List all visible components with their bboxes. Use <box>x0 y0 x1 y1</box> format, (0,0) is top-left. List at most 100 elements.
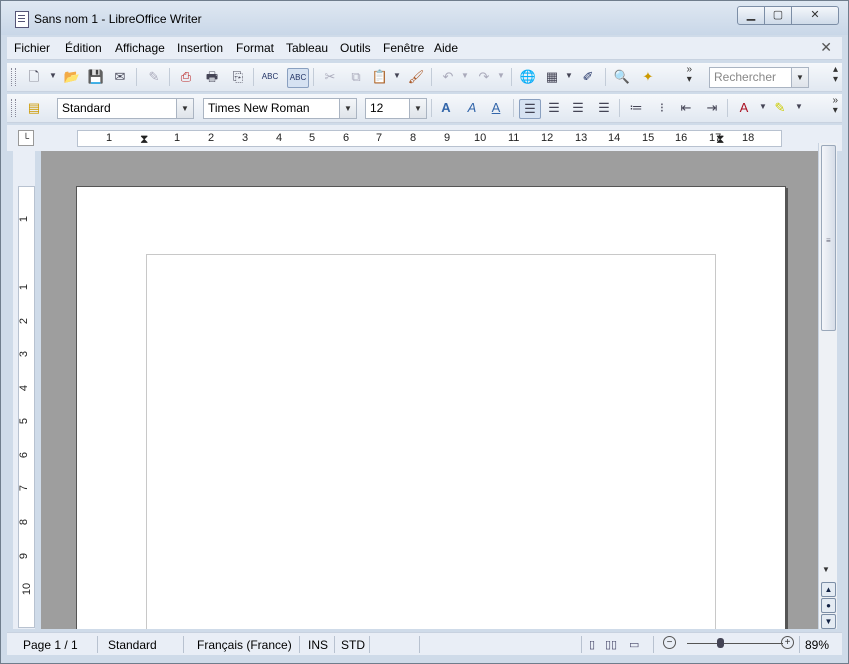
autospellcheck-icon[interactable]: ABC <box>287 68 309 88</box>
book-view-icon[interactable]: ▭ <box>629 638 639 651</box>
paragraph-style-dropdown-arrow[interactable]: ▼ <box>176 99 193 118</box>
align-left-icon[interactable]: ☰ <box>519 99 541 119</box>
font-color-dropdown-arrow[interactable]: ▼ <box>759 102 767 111</box>
zoom-out-icon[interactable]: − <box>663 636 676 649</box>
decrease-indent-icon[interactable]: ⇤ <box>677 99 695 117</box>
font-name-dropdown-arrow[interactable]: ▼ <box>339 99 356 118</box>
selection-mode[interactable]: STD <box>341 638 365 652</box>
horizontal-ruler[interactable]: 1 ⧗ 1 2 3 4 5 6 7 8 9 10 11 12 13 14 15 … <box>77 130 782 147</box>
paste-icon[interactable]: 📋 <box>371 68 389 86</box>
previous-page-icon[interactable]: ▲ <box>821 582 836 597</box>
increase-indent-icon[interactable]: ⇥ <box>703 99 721 117</box>
highlighting-icon[interactable]: ✎ <box>771 99 789 117</box>
multi-page-view-icon[interactable]: ▯▯ <box>605 638 617 651</box>
app-window: Sans nom 1 - LibreOffice Writer ▁ ▢ ✕ Fi… <box>0 0 849 664</box>
paragraph-style-select[interactable]: Standard ▼ <box>57 98 194 119</box>
toolbar-overflow-icon[interactable]: » ▾ <box>686 65 692 85</box>
menu-fichier[interactable]: Fichier <box>14 41 50 55</box>
right-indent-marker[interactable]: ⧗ <box>716 132 724 147</box>
zoom-in-icon[interactable]: + <box>781 636 794 649</box>
tab-stop-type-icon[interactable]: └ <box>18 130 34 146</box>
hyperlink-icon[interactable]: 🌐 <box>519 68 537 86</box>
toolbar-handle[interactable] <box>11 99 16 117</box>
toolbar-separator <box>511 68 512 86</box>
document-page[interactable] <box>76 186 786 629</box>
page-indicator[interactable]: Page 1 / 1 <box>23 638 78 652</box>
scroll-down-arrow[interactable]: ▼ <box>822 565 830 574</box>
next-page-icon[interactable]: ▼ <box>821 614 836 629</box>
export-pdf-icon[interactable]: ⎙ <box>177 68 195 86</box>
ruler-mark: 4 <box>276 132 283 144</box>
page-style[interactable]: Standard <box>108 638 157 652</box>
print-icon[interactable]: 🖶 <box>203 68 221 86</box>
toolbar-handle[interactable] <box>11 68 16 86</box>
ruler-mark: 7 <box>376 132 383 144</box>
print-preview-icon[interactable]: ⎘ <box>229 68 247 86</box>
styles-formatting-icon[interactable]: ▤ <box>25 99 43 117</box>
menu-aide[interactable]: Aide <box>434 41 458 55</box>
menu-format[interactable]: Format <box>236 41 274 55</box>
left-indent-marker[interactable]: ⧗ <box>140 132 148 147</box>
close-window-button[interactable]: ✕ <box>791 6 839 25</box>
redo-icon[interactable]: ↷ <box>475 68 493 86</box>
bullets-icon[interactable]: ⁝ <box>653 99 671 117</box>
close-document-button[interactable]: ✕ <box>820 39 832 56</box>
menu-affichage[interactable]: Affichage <box>115 41 165 55</box>
paste-dropdown-arrow[interactable]: ▼ <box>393 71 401 80</box>
navigation-icon[interactable]: ● <box>821 598 836 613</box>
menu-tableau[interactable]: Tableau <box>286 41 328 55</box>
zoom-level[interactable]: 89% <box>805 638 829 652</box>
clone-formatting-icon[interactable]: 🖌 <box>407 68 425 86</box>
redo-dropdown-arrow[interactable]: ▼ <box>497 71 505 80</box>
toolbar-overflow-icon[interactable]: » ▾ <box>832 96 838 116</box>
spellcheck-icon[interactable]: ABC <box>261 68 279 86</box>
highlighting-dropdown-arrow[interactable]: ▼ <box>795 102 803 111</box>
zoom-slider-handle[interactable] <box>717 638 724 648</box>
title-bar[interactable]: Sans nom 1 - LibreOffice Writer ▁ ▢ ✕ <box>1 1 848 35</box>
zoom-slider[interactable] <box>687 643 783 644</box>
menu-insertion[interactable]: Insertion <box>177 41 223 55</box>
underline-icon[interactable]: A <box>487 99 505 117</box>
new-document-icon[interactable]: 🗋 <box>25 68 43 86</box>
cut-icon[interactable]: ✂ <box>321 68 339 86</box>
find-replace-icon[interactable]: 🔍 <box>613 68 631 86</box>
justify-icon[interactable]: ☰ <box>595 99 613 117</box>
navigator-icon[interactable]: ✦ <box>639 68 657 86</box>
scrollbar-thumb[interactable]: ≡ <box>821 145 836 331</box>
email-icon[interactable]: ✉ <box>111 68 129 86</box>
undo-dropdown-arrow[interactable]: ▼ <box>461 71 469 80</box>
insert-mode[interactable]: INS <box>308 638 328 652</box>
copy-icon[interactable]: ⧉ <box>347 68 365 86</box>
language-indicator[interactable]: Français (France) <box>197 638 292 652</box>
vertical-ruler[interactable]: 1 1 2 3 4 5 6 7 8 9 10 <box>13 151 35 629</box>
italic-icon[interactable]: A <box>463 99 481 117</box>
numbering-icon[interactable]: ≔ <box>627 99 645 117</box>
single-page-view-icon[interactable]: ▯ <box>589 638 595 651</box>
align-right-icon[interactable]: ☰ <box>569 99 587 117</box>
font-color-icon[interactable]: A <box>735 99 753 117</box>
search-dropdown-arrow[interactable]: ▼ <box>791 68 808 87</box>
font-name-select[interactable]: Times New Roman ▼ <box>203 98 357 119</box>
open-icon[interactable]: 📂 <box>63 68 81 86</box>
font-size-select[interactable]: 12 ▼ <box>365 98 427 119</box>
toolbar-overflow-icon[interactable]: ▴ ▾ <box>833 65 838 85</box>
undo-icon[interactable]: ↶ <box>439 68 457 86</box>
maximize-button[interactable]: ▢ <box>764 6 792 25</box>
align-center-icon[interactable]: ☰ <box>545 99 563 117</box>
edit-mode-icon[interactable]: ✎ <box>145 68 163 86</box>
font-size-dropdown-arrow[interactable]: ▼ <box>409 99 426 118</box>
menu-fenetre[interactable]: Fenêtre <box>383 41 424 55</box>
new-dropdown-arrow[interactable]: ▼ <box>49 71 57 80</box>
table-icon[interactable]: ▦ <box>543 68 561 86</box>
draw-icon[interactable]: ✐ <box>579 68 597 86</box>
vertical-scrollbar[interactable]: ≡ ▼ ▲ ● ▼ <box>818 143 837 629</box>
bold-icon[interactable]: A <box>437 99 455 117</box>
save-icon[interactable]: 💾 <box>87 68 105 86</box>
table-dropdown-arrow[interactable]: ▼ <box>565 71 573 80</box>
text-boundaries[interactable] <box>146 254 716 629</box>
menu-edition[interactable]: Édition <box>65 41 102 55</box>
minimize-button[interactable]: ▁ <box>737 6 765 25</box>
search-input[interactable]: Rechercher ▼ <box>709 67 809 88</box>
menu-outils[interactable]: Outils <box>340 41 371 55</box>
document-area[interactable] <box>41 151 818 629</box>
